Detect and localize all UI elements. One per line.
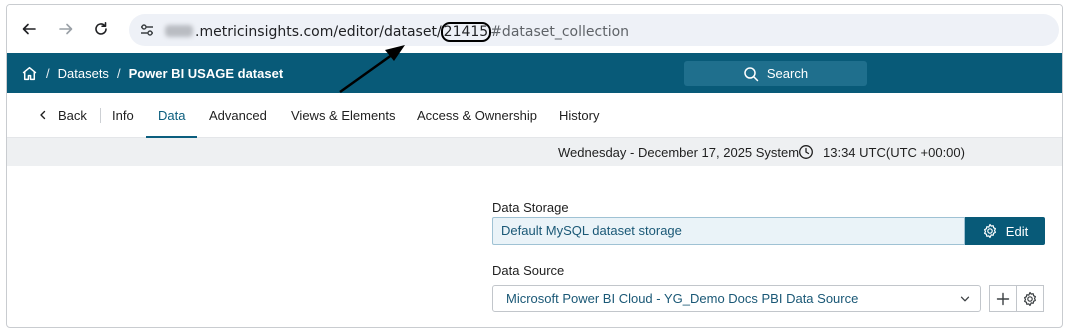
search-button[interactable]: Search xyxy=(684,61,867,86)
home-icon xyxy=(22,66,37,80)
tab-bar: Back Info Data Advanced Views & Elements… xyxy=(7,93,1062,138)
data-storage-field: Default MySQL dataset storage xyxy=(492,217,965,245)
breadcrumb: / Datasets / Power BI USAGE dataset xyxy=(21,53,283,93)
edit-label: Edit xyxy=(1005,223,1029,239)
gear-icon xyxy=(983,223,996,239)
tune-icon xyxy=(141,24,153,36)
url-hash: #dataset_collection xyxy=(490,24,630,40)
browser-window: .metricinsights.com/editor/dataset/21415… xyxy=(6,4,1063,328)
add-data-source-button[interactable] xyxy=(989,285,1017,312)
data-source-value: Microsoft Power BI Cloud - YG_Demo Docs … xyxy=(506,291,859,306)
app-header: / Datasets / Power BI USAGE dataset Sear… xyxy=(7,53,1062,93)
browser-back-button[interactable] xyxy=(17,17,41,41)
breadcrumb-separator: / xyxy=(46,65,50,81)
data-source-label: Data Source xyxy=(492,263,565,278)
tab-views-elements[interactable]: Views & Elements xyxy=(291,93,396,138)
tab-access-ownership[interactable]: Access & Ownership xyxy=(417,93,537,138)
address-bar[interactable]: .metricinsights.com/editor/dataset/21415… xyxy=(129,14,1059,46)
back-button[interactable]: Back xyxy=(38,93,87,138)
tab-advanced[interactable]: Advanced xyxy=(209,93,267,138)
data-source-settings-button[interactable] xyxy=(1016,285,1044,312)
back-label: Back xyxy=(58,108,87,123)
home-button[interactable] xyxy=(21,65,38,82)
tab-history[interactable]: History xyxy=(559,93,599,138)
url-path: .metricinsights.com/editor/dataset/ xyxy=(195,24,442,40)
search-icon xyxy=(744,66,759,81)
url-dataset-id: 21415 xyxy=(440,22,492,42)
site-settings-button[interactable] xyxy=(137,20,157,40)
chevron-left-icon xyxy=(38,93,48,138)
tab-data[interactable]: Data xyxy=(146,93,198,138)
browser-toolbar: .metricinsights.com/editor/dataset/21415… xyxy=(7,5,1062,53)
breadcrumb-separator: / xyxy=(116,65,121,81)
arrow-right-icon xyxy=(59,23,73,35)
breadcrumb-current: Power BI USAGE dataset xyxy=(128,65,284,81)
tab-info[interactable]: Info xyxy=(112,93,134,138)
gear-icon xyxy=(1023,291,1036,306)
plus-icon xyxy=(996,292,1010,305)
browser-forward-button[interactable] xyxy=(54,17,78,41)
system-time: 13:34 UTC(UTC +00:00) xyxy=(823,145,965,160)
url-text: .metricinsights.com/editor/dataset/21415… xyxy=(165,22,629,42)
data-storage-label: Data Storage xyxy=(492,200,569,215)
reload-icon xyxy=(95,22,107,35)
edit-storage-button[interactable]: Edit xyxy=(965,217,1045,245)
system-date: Wednesday - December 17, 2025 System xyxy=(558,145,800,160)
arrow-left-icon xyxy=(22,23,36,35)
chevron-down-icon xyxy=(960,296,970,302)
breadcrumb-datasets[interactable]: Datasets xyxy=(58,66,109,81)
tab-divider xyxy=(100,108,101,123)
data-source-select[interactable]: Microsoft Power BI Cloud - YG_Demo Docs … xyxy=(492,285,981,312)
redacted-subdomain xyxy=(165,25,193,37)
system-time-bar: Wednesday - December 17, 2025 System 13:… xyxy=(7,138,1062,166)
search-label: Search xyxy=(766,66,809,81)
clock-icon xyxy=(799,145,813,159)
browser-reload-button[interactable] xyxy=(89,17,113,41)
